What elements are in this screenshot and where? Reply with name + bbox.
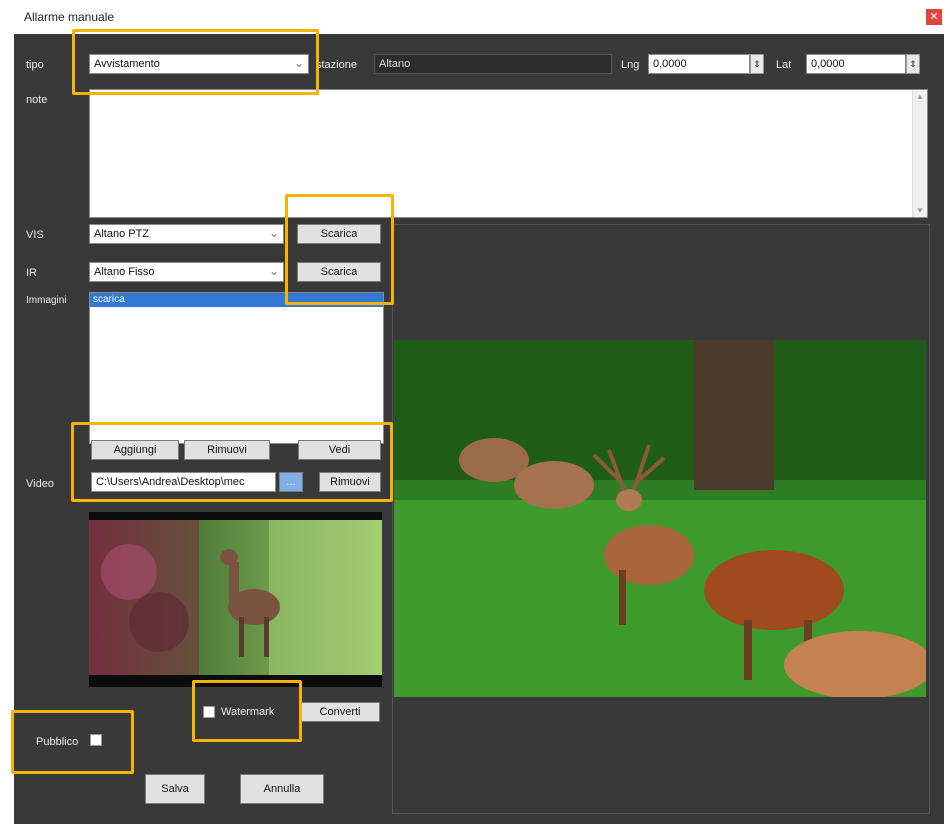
convert-button[interactable]: Converti xyxy=(300,702,380,722)
highlight-scarica xyxy=(285,194,394,305)
window-title: Allarme manuale xyxy=(24,10,115,24)
spinner-arrows-icon[interactable]: ⇕ xyxy=(750,54,764,74)
vis-value: Altano PTZ xyxy=(94,228,150,240)
image-preview xyxy=(394,340,926,697)
vis-dropdown[interactable]: Altano PTZ ⌄ xyxy=(89,224,284,244)
cancel-button[interactable]: Annulla xyxy=(240,774,324,804)
chevron-down-icon: ⌄ xyxy=(268,264,279,278)
immagini-label: Immagini xyxy=(26,295,67,306)
lng-input[interactable]: 0,0000 xyxy=(648,54,750,74)
ir-label: IR xyxy=(26,267,37,279)
highlight-video xyxy=(71,422,393,502)
save-button[interactable]: Salva xyxy=(145,774,205,804)
highlight-tipo xyxy=(72,29,319,95)
note-scrollbar[interactable]: ▲ ▼ xyxy=(912,90,927,217)
stazione-value: Altano xyxy=(379,58,411,70)
lng-value: 0,0000 xyxy=(653,58,687,70)
lat-input[interactable]: 0,0000 xyxy=(806,54,906,74)
video-preview xyxy=(89,512,382,687)
close-button[interactable]: ✕ xyxy=(926,9,942,25)
tipo-label: tipo xyxy=(26,59,44,71)
scroll-down-icon[interactable]: ▼ xyxy=(916,206,924,215)
lat-value: 0,0000 xyxy=(811,58,845,70)
ir-dropdown[interactable]: Altano Fisso ⌄ xyxy=(89,262,284,282)
spinner-arrows-icon[interactable]: ⇕ xyxy=(906,54,920,74)
vis-label: VIS xyxy=(26,229,44,241)
ir-value: Altano Fisso xyxy=(94,266,155,278)
highlight-pubblico xyxy=(11,710,134,774)
chevron-down-icon: ⌄ xyxy=(268,226,279,240)
note-textarea[interactable]: ▲ ▼ xyxy=(89,89,928,218)
highlight-watermark xyxy=(192,680,302,742)
stazione-label: stazione xyxy=(316,59,357,71)
scroll-up-icon[interactable]: ▲ xyxy=(916,92,924,101)
lat-label: Lat xyxy=(776,59,792,71)
note-label: note xyxy=(26,94,48,106)
lng-label: Lng xyxy=(621,59,640,71)
dialog-body: tipo Avvistamento ⌄ stazione Altano Lng … xyxy=(11,29,944,824)
stazione-field: Altano xyxy=(374,54,612,74)
video-label: Video xyxy=(26,478,54,490)
